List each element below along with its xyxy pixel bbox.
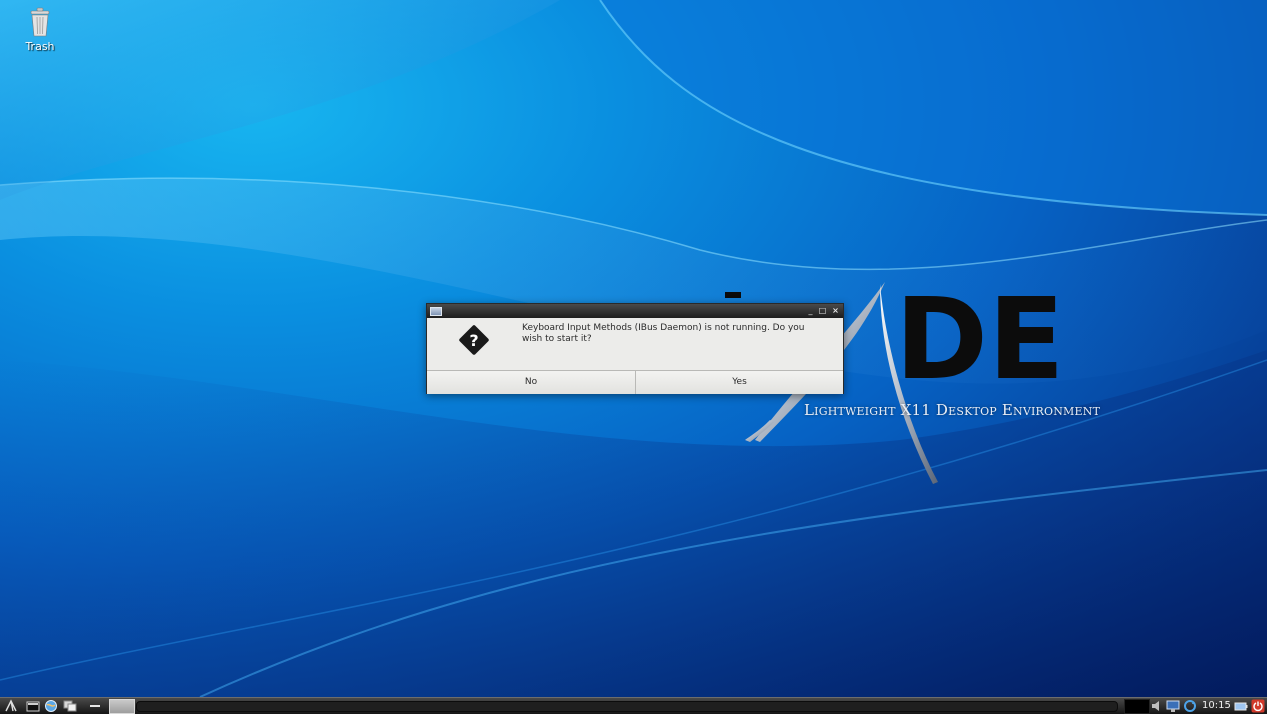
ibus-dialog: _ □ × ? Keyboard Input Methods (IBus Dae… — [426, 303, 844, 394]
close-button[interactable]: × — [830, 305, 841, 316]
taskbar-window-button[interactable] — [109, 699, 135, 714]
dialog-buttons: No Yes — [427, 370, 843, 394]
logo-text: DE — [895, 275, 1064, 405]
dialog-message: Keyboard Input Methods (IBus Daemon) is … — [522, 323, 805, 344]
volume-icon[interactable] — [1150, 699, 1164, 713]
clock[interactable]: 10:15 — [1202, 698, 1231, 714]
window-icon — [430, 307, 442, 316]
minimize-button[interactable]: _ — [805, 305, 816, 316]
taskbar: 10:15 — [0, 697, 1267, 714]
update-icon[interactable] — [1183, 699, 1197, 713]
window-switch-icon[interactable] — [63, 699, 77, 713]
browser-icon[interactable] — [44, 699, 58, 713]
svg-text:?: ? — [469, 331, 478, 350]
network-icon[interactable] — [1166, 699, 1180, 713]
logo-tagline: Lightweight X11 Desktop Environment — [804, 401, 1101, 419]
terminal-icon[interactable] — [26, 699, 40, 713]
battery-icon[interactable] — [1234, 699, 1248, 713]
question-icon: ? — [459, 325, 489, 355]
menu-icon[interactable] — [4, 699, 18, 713]
trash-icon — [30, 7, 50, 37]
no-button[interactable]: No — [427, 371, 636, 394]
yes-button[interactable]: Yes — [636, 371, 843, 394]
power-icon[interactable] — [1251, 699, 1265, 713]
dialog-titlebar[interactable]: _ □ × — [427, 304, 843, 318]
tray-monitor — [1124, 699, 1150, 714]
desktop: Trash DE Lightweight X11 Desktop Environ… — [0, 0, 1267, 697]
maximize-button[interactable]: □ — [817, 305, 828, 316]
desktop-icon-label: Trash — [25, 40, 55, 53]
taskbar-window-list[interactable] — [136, 701, 1118, 712]
desktop-icon-trash[interactable]: Trash — [18, 6, 62, 53]
minimize-all-icon[interactable] — [88, 699, 102, 713]
